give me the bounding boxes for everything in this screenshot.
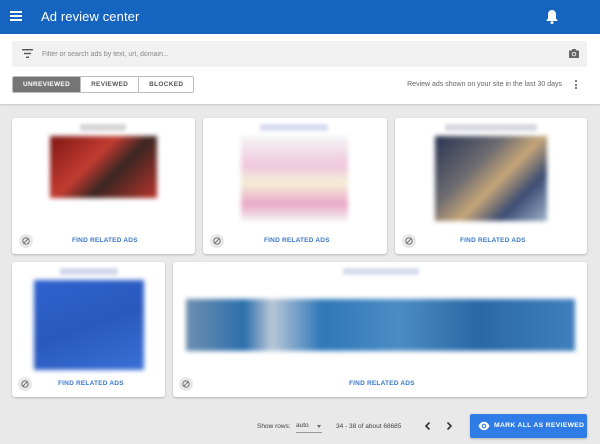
review-period-note: Review ads shown on your site in the las… [407, 81, 562, 88]
eye-icon [478, 421, 490, 431]
app-bar: Ad review center [0, 0, 600, 34]
review-status-tabs: UNREVIEWED REVIEWED BLOCKED [12, 76, 195, 93]
ad-thumbnail[interactable] [50, 136, 157, 198]
find-related-ads-link[interactable]: FIND RELATED ADS [349, 380, 415, 387]
tab-blocked[interactable]: BLOCKED [139, 77, 194, 92]
ad-card: FIND RELATED ADS [203, 118, 387, 254]
ad-card-title-blurred [445, 124, 537, 131]
ad-card: FIND RELATED ADS [12, 118, 195, 254]
more-vert-icon[interactable] [573, 80, 579, 91]
block-icon[interactable] [210, 234, 224, 248]
rows-per-page-value: auto [296, 422, 309, 429]
find-related-ads-link[interactable]: FIND RELATED ADS [460, 237, 526, 244]
bell-icon[interactable] [545, 9, 559, 25]
ad-card-title-blurred [260, 124, 328, 131]
block-icon[interactable] [179, 377, 193, 391]
search-input[interactable] [42, 45, 542, 63]
ad-thumbnail[interactable] [34, 280, 144, 370]
ad-card-title-blurred [343, 268, 419, 275]
filter-icon[interactable] [22, 49, 33, 58]
ad-card: FIND RELATED ADS [173, 262, 587, 397]
block-icon[interactable] [19, 234, 33, 248]
ad-thumbnail[interactable] [186, 299, 575, 351]
block-icon[interactable] [18, 377, 32, 391]
ad-card: FIND RELATED ADS [395, 118, 587, 254]
block-icon[interactable] [402, 234, 416, 248]
dropdown-caret-icon [317, 425, 321, 428]
tab-reviewed[interactable]: REVIEWED [81, 77, 140, 92]
filter-toolbar: UNREVIEWED REVIEWED BLOCKED Review ads s… [0, 34, 600, 104]
ad-card-title-blurred [60, 268, 118, 275]
mark-all-reviewed-button[interactable]: MARK ALL AS REVIEWED [470, 414, 587, 438]
find-related-ads-link[interactable]: FIND RELATED ADS [58, 380, 124, 387]
tab-unreviewed[interactable]: UNREVIEWED [13, 77, 82, 92]
find-related-ads-link[interactable]: FIND RELATED ADS [72, 237, 138, 244]
camera-icon[interactable] [568, 48, 580, 59]
app-title: Ad review center [41, 9, 140, 24]
chevron-right-icon[interactable] [443, 420, 455, 432]
search-bar [12, 41, 587, 67]
chevron-left-icon[interactable] [422, 420, 434, 432]
ad-card-title-blurred [80, 124, 126, 131]
rows-per-page-select[interactable]: auto [296, 419, 322, 433]
ad-card: FIND RELATED ADS [12, 262, 165, 397]
ad-thumbnail[interactable] [241, 136, 348, 221]
pagination-range: 34 - 38 of about 68685 [336, 423, 402, 430]
ad-thumbnail[interactable] [435, 136, 547, 221]
hamburger-menu-icon[interactable] [10, 11, 22, 21]
rows-per-page-label: Show rows: [257, 423, 291, 430]
mark-all-reviewed-label: MARK ALL AS REVIEWED [494, 422, 585, 429]
find-related-ads-link[interactable]: FIND RELATED ADS [264, 237, 330, 244]
